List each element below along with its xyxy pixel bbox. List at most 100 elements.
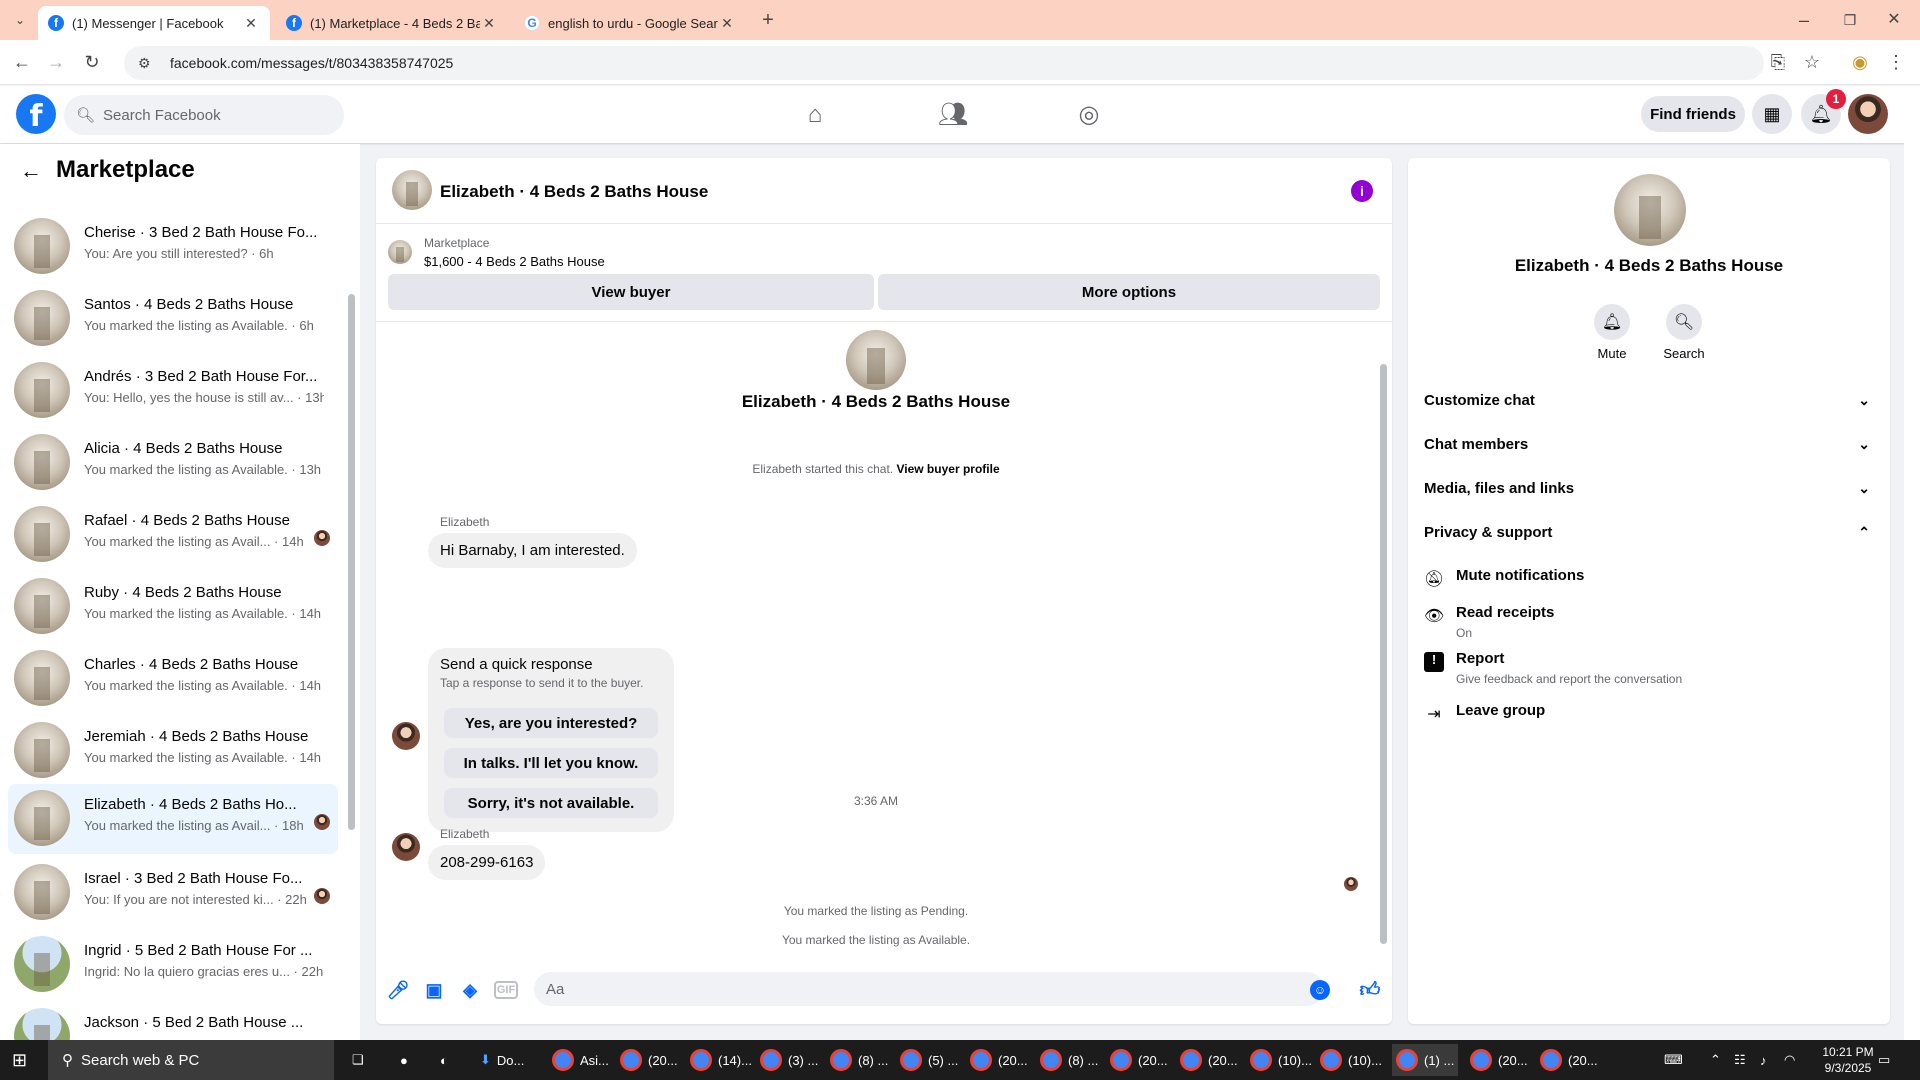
- tab-marketplace[interactable]: f (1) Marketplace - 4 Beds 2 Bath ✕: [276, 6, 508, 40]
- section-privacy-support[interactable]: Privacy & support ⌃: [1424, 514, 1874, 550]
- new-tab-icon[interactable]: +: [756, 8, 780, 32]
- site-info-icon[interactable]: ⚙: [138, 55, 158, 72]
- section-label: Media, files and links: [1424, 479, 1575, 497]
- page-scrollbar[interactable]: [1904, 86, 1920, 1040]
- sender-avatar[interactable]: [392, 722, 420, 750]
- bookmark-star-icon[interactable]: ☆: [1800, 50, 1824, 74]
- notification-center-icon[interactable]: ▭: [1874, 1044, 1894, 1076]
- profile-icon[interactable]: ◉: [1848, 50, 1872, 74]
- thread-scrollbar[interactable]: [1380, 364, 1387, 944]
- taskbar-item-active[interactable]: (1) ...: [1392, 1044, 1459, 1076]
- taskbar-item[interactable]: (20...: [1466, 1044, 1532, 1076]
- task-view-icon[interactable]: ❏: [348, 1044, 368, 1076]
- reload-icon[interactable]: ↻: [80, 50, 104, 74]
- search-facebook-input[interactable]: 🔍︎ Search Facebook: [64, 95, 344, 135]
- taskbar-item[interactable]: (20...: [1536, 1044, 1602, 1076]
- emoji-icon[interactable]: ☺: [1310, 980, 1330, 1000]
- close-icon[interactable]: ✕: [480, 15, 498, 32]
- chat-title[interactable]: Elizabeth · 4 Beds 2 Baths House: [440, 182, 708, 202]
- more-options-button[interactable]: More options: [878, 274, 1380, 310]
- menu-kebab-icon[interactable]: ⋮: [1884, 50, 1908, 74]
- sticker-icon[interactable]: ◈: [458, 978, 482, 1002]
- find-friends-button[interactable]: Find friends: [1641, 96, 1745, 132]
- volume-icon[interactable]: ♪: [1756, 1044, 1771, 1076]
- section-chat-members[interactable]: Chat members ⌄: [1424, 426, 1874, 462]
- mute-notifications-option[interactable]: 🔕︎ Mute notifications: [1424, 567, 1874, 595]
- facebook-logo-icon[interactable]: f: [16, 94, 56, 134]
- app-icon[interactable]: ◐: [436, 1044, 452, 1076]
- mute-action[interactable]: 🔔︎ Mute: [1582, 304, 1642, 361]
- back-icon[interactable]: ←: [10, 50, 34, 74]
- taskbar-item[interactable]: (10)...: [1316, 1044, 1386, 1076]
- minimize-icon[interactable]: –: [1792, 8, 1816, 32]
- close-icon[interactable]: ✕: [242, 15, 260, 32]
- quick-reply-button[interactable]: In talks. I'll let you know.: [444, 748, 658, 778]
- quick-reply-button[interactable]: Yes, are you interested?: [444, 708, 658, 738]
- conversation-item[interactable]: Cherise · 3 Bed 2 Bath House Fo... You: …: [8, 212, 338, 278]
- taskbar-item[interactable]: (5) ...: [896, 1044, 962, 1076]
- taskbar-item[interactable]: ⬇ Do...: [476, 1044, 528, 1076]
- taskbar-item[interactable]: (14)...: [686, 1044, 756, 1076]
- conversation-item-selected[interactable]: Elizabeth · 4 Beds 2 Baths Ho... You mar…: [8, 784, 338, 854]
- home-icon[interactable]: ⌂: [798, 98, 832, 132]
- taskbar-item[interactable]: (20...: [1106, 1044, 1172, 1076]
- taskbar-item[interactable]: (8) ...: [1036, 1044, 1102, 1076]
- tray-chevron-icon[interactable]: ⌃: [1706, 1044, 1725, 1076]
- listing-price[interactable]: $1,600 - 4 Beds 2 Baths House: [424, 254, 605, 269]
- photo-icon[interactable]: ▣: [422, 978, 446, 1002]
- conversation-item[interactable]: Rafael · 4 Beds 2 Baths House You marked…: [8, 500, 338, 566]
- windows-start-icon[interactable]: ⊞: [12, 1050, 32, 1070]
- microphone-icon[interactable]: 🎤︎: [386, 978, 410, 1002]
- sender-avatar[interactable]: [392, 833, 420, 861]
- conversation-item[interactable]: Ruby · 4 Beds 2 Baths House You marked t…: [8, 572, 338, 638]
- menu-grid-icon[interactable]: ▦: [1752, 94, 1792, 134]
- tab-search-icon[interactable]: ⌄: [8, 8, 32, 32]
- leave-group-option[interactable]: ⇥ Leave group: [1424, 702, 1874, 730]
- window-close-icon[interactable]: ✕: [1882, 8, 1906, 32]
- thumbs-up-icon[interactable]: 👍︎: [1358, 978, 1382, 1002]
- message-input[interactable]: Aa: [534, 972, 1324, 1006]
- address-bar[interactable]: ⚙ facebook.com/messages/t/80343835874702…: [124, 46, 1764, 80]
- taskbar-item[interactable]: (20...: [966, 1044, 1032, 1076]
- keyboard-icon[interactable]: ⌨: [1660, 1044, 1687, 1076]
- view-buyer-button[interactable]: View buyer: [388, 274, 874, 310]
- conversation-item[interactable]: Israel · 3 Bed 2 Bath House Fo... You: I…: [8, 858, 338, 924]
- taskbar-item[interactable]: (20...: [616, 1044, 682, 1076]
- taskbar-search[interactable]: ⚲ Search web & PC: [48, 1040, 334, 1080]
- conversation-item[interactable]: Santos · 4 Beds 2 Baths House You marked…: [8, 284, 338, 350]
- taskbar-item[interactable]: Asi...: [548, 1044, 613, 1076]
- tab-google-search[interactable]: G english to urdu - Google Search ✕: [514, 6, 746, 40]
- chat-avatar[interactable]: [392, 170, 432, 210]
- read-receipts-option[interactable]: 👁︎ Read receipts On: [1424, 604, 1874, 644]
- friends-icon[interactable]: 👥︎: [936, 98, 970, 132]
- conversation-item[interactable]: Ingrid · 5 Bed 2 Bath House For ... Ingr…: [8, 930, 338, 996]
- app-icon[interactable]: ●: [396, 1044, 412, 1076]
- taskbar-item[interactable]: (20...: [1176, 1044, 1242, 1076]
- taskbar-item[interactable]: (8) ...: [826, 1044, 892, 1076]
- install-app-icon[interactable]: ⎘: [1766, 50, 1790, 74]
- network-icon[interactable]: ☷: [1730, 1044, 1750, 1076]
- conversation-item[interactable]: Jackson · 5 Bed 2 Bath House ...: [8, 1002, 338, 1040]
- taskbar-item[interactable]: (10)...: [1246, 1044, 1316, 1076]
- wifi-icon[interactable]: ◠: [1780, 1044, 1799, 1076]
- sidebar-scrollbar[interactable]: [348, 294, 355, 830]
- search-action[interactable]: 🔍︎ Search: [1654, 304, 1714, 361]
- groups-icon[interactable]: ◎: [1072, 98, 1106, 132]
- restore-icon[interactable]: ❐: [1838, 8, 1862, 32]
- conversation-item[interactable]: Charles · 4 Beds 2 Baths House You marke…: [8, 644, 338, 710]
- conversation-item[interactable]: Andrés · 3 Bed 2 Bath House For... You: …: [8, 356, 338, 422]
- section-media-files-links[interactable]: Media, files and links ⌄: [1424, 470, 1874, 506]
- taskbar-item[interactable]: (3) ...: [756, 1044, 822, 1076]
- back-arrow-icon[interactable]: ←: [20, 158, 42, 184]
- account-avatar[interactable]: [1848, 94, 1888, 134]
- gif-icon[interactable]: GIF: [494, 981, 518, 999]
- section-customize-chat[interactable]: Customize chat ⌄: [1424, 382, 1874, 418]
- forward-icon[interactable]: →: [44, 50, 68, 74]
- view-buyer-profile-link[interactable]: View buyer profile: [896, 462, 999, 476]
- conversation-item[interactable]: Alicia · 4 Beds 2 Baths House You marked…: [8, 428, 338, 494]
- tab-messenger[interactable]: f (1) Messenger | Facebook ✕: [38, 6, 270, 40]
- info-icon[interactable]: i: [1351, 180, 1373, 202]
- conversation-item[interactable]: Jeremiah · 4 Beds 2 Baths House You mark…: [8, 716, 338, 782]
- close-icon[interactable]: ✕: [718, 15, 736, 32]
- report-option[interactable]: ! Report Give feedback and report the co…: [1424, 650, 1874, 690]
